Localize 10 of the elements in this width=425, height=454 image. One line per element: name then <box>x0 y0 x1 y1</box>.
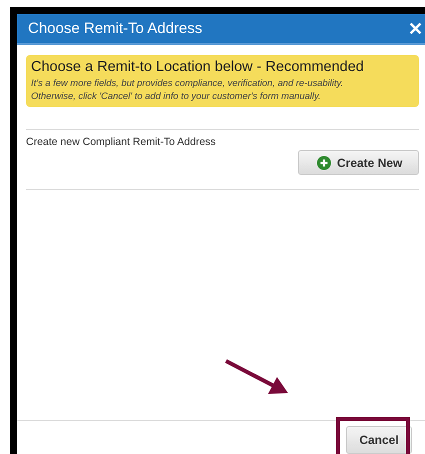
notice-text: Otherwise, click 'Cancel' to add info to your customer's form manually. <box>31 90 322 101</box>
close-button[interactable]: ✕ <box>406 20 425 38</box>
cancel-button[interactable]: Cancel <box>346 426 412 454</box>
notice-heading: Choose a Remit-to Location below - Recommended <box>31 59 365 75</box>
arrow-icon <box>224 358 290 396</box>
create-new-button[interactable]: Create New <box>298 150 419 175</box>
plus-icon <box>317 156 331 170</box>
window-title: Choose Remit-To Address <box>28 20 202 37</box>
create-label: Create new Compliant Remit-To Address <box>26 136 217 148</box>
notice-text: It's a few more fields, but provides compliance, verification, and re-usability. <box>31 77 344 88</box>
